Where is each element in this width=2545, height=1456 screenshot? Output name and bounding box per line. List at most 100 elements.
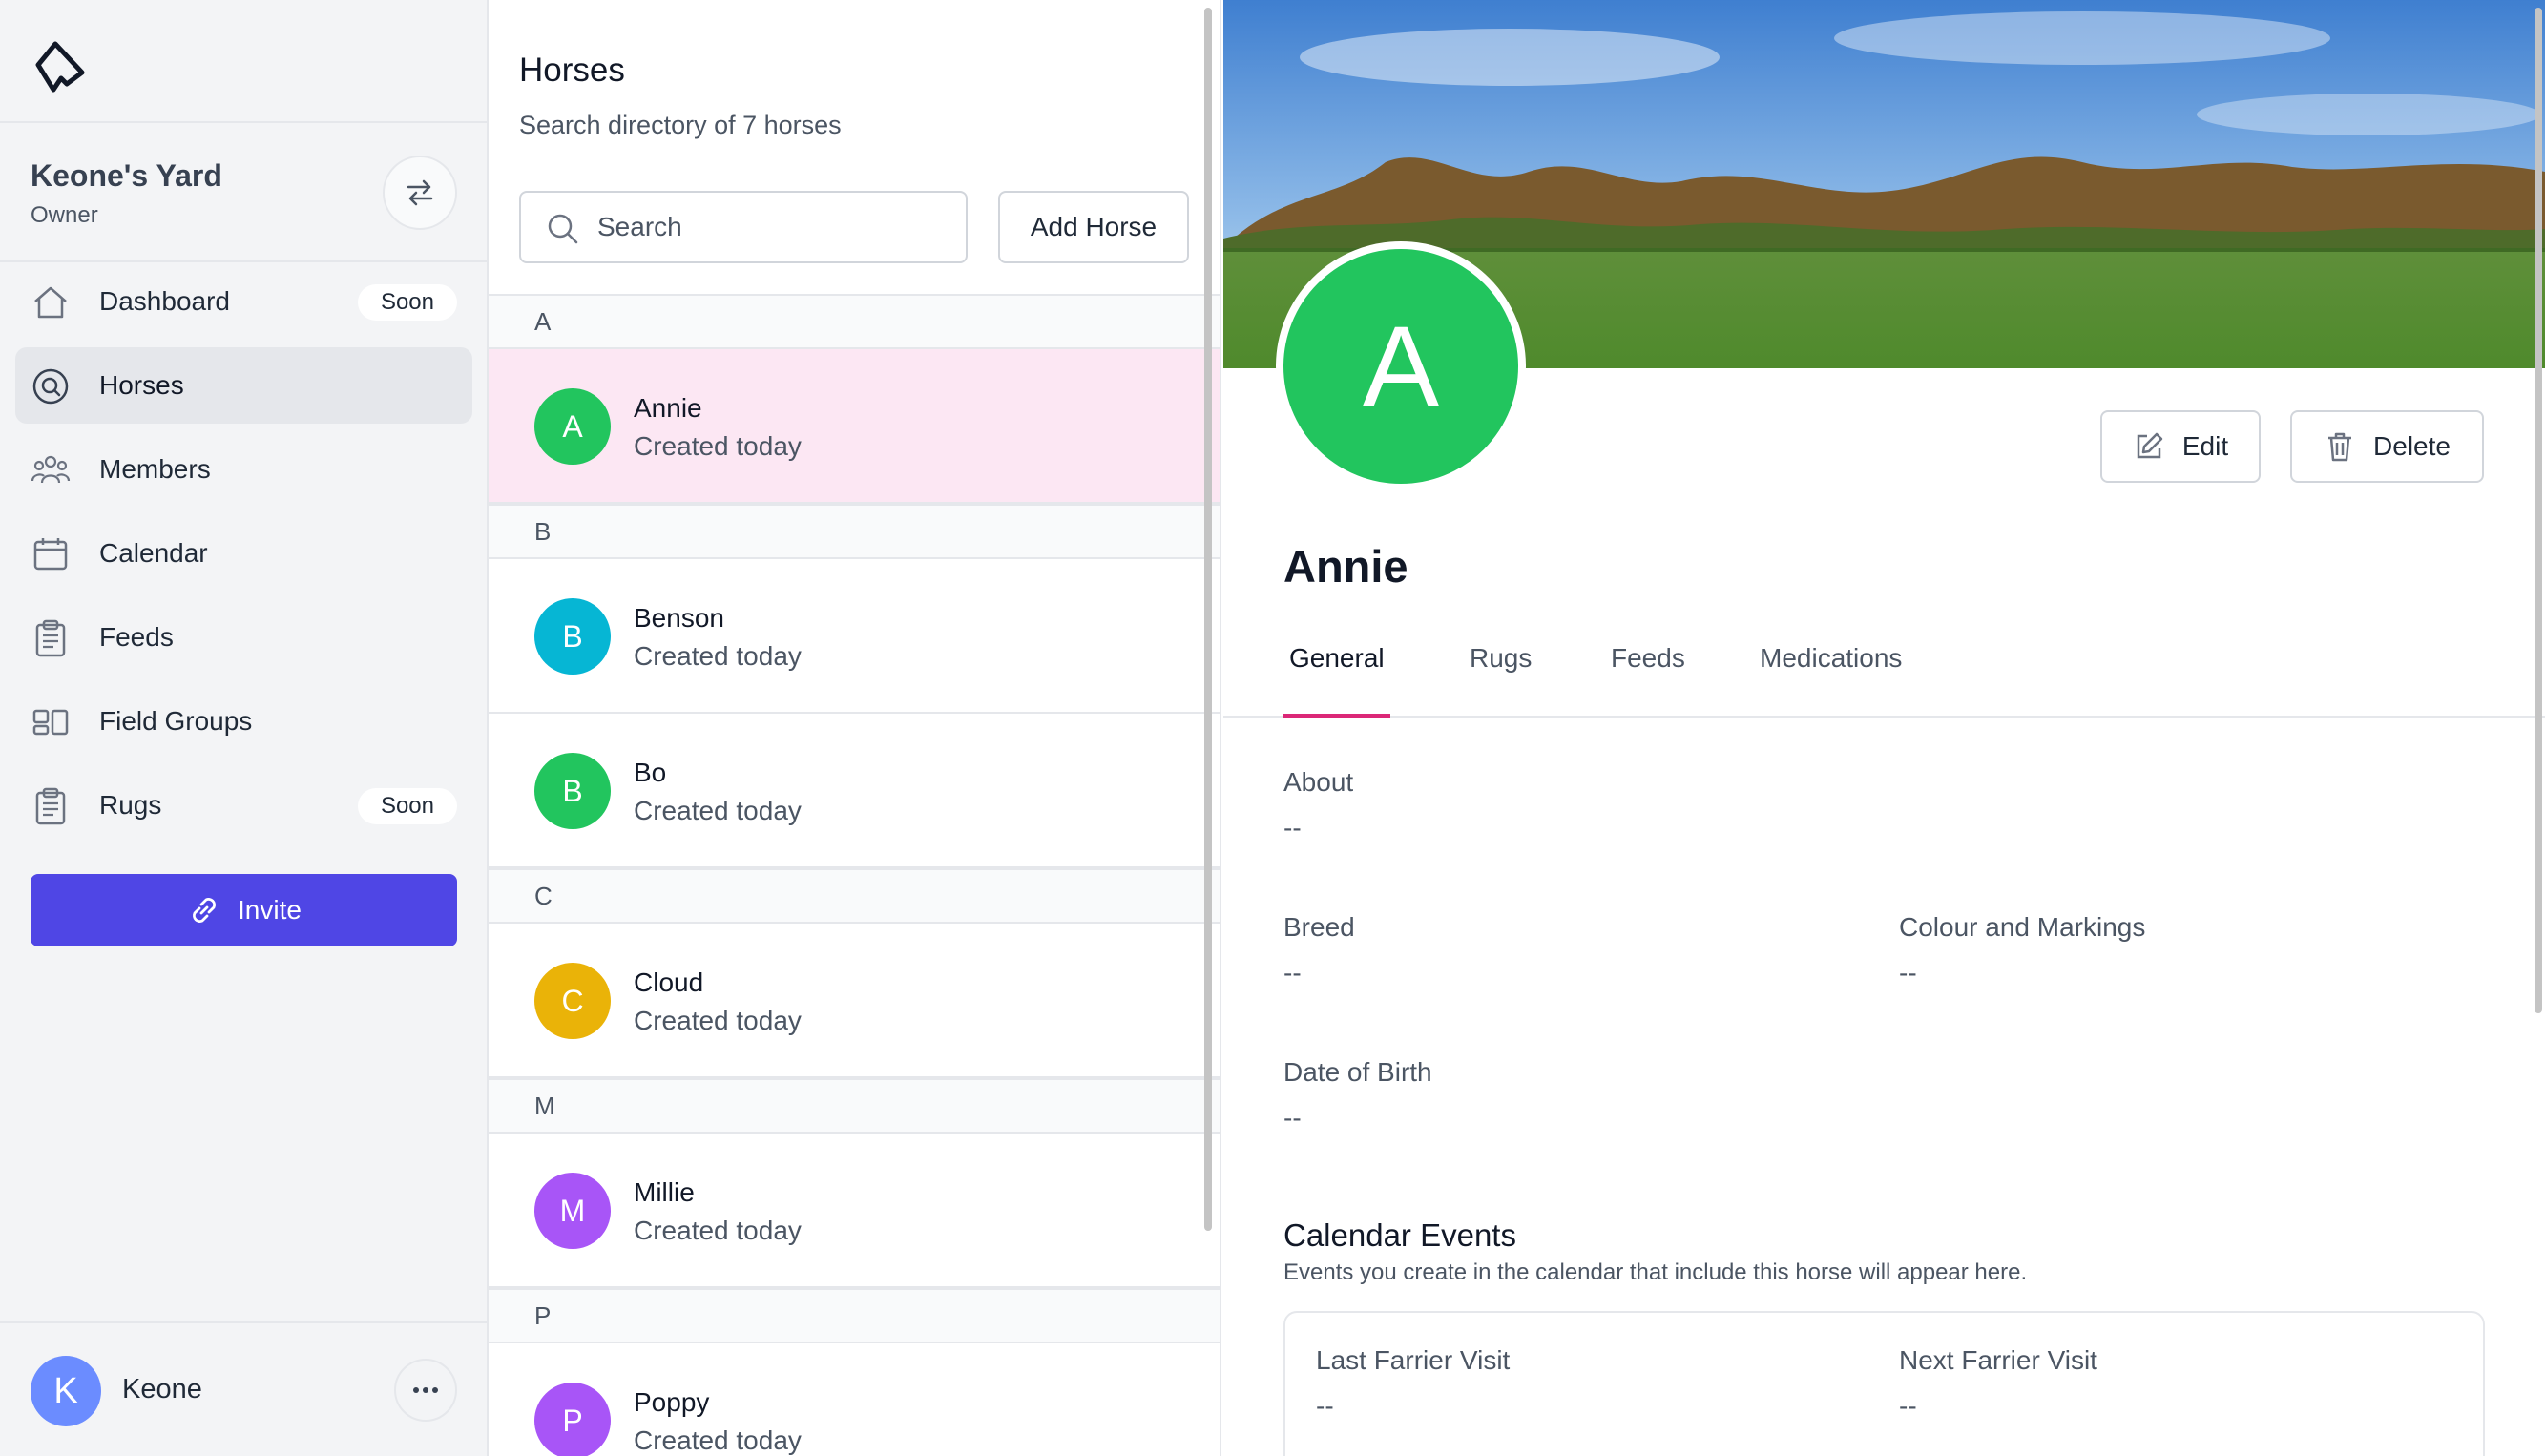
- horse-avatar-large: A: [1276, 241, 1526, 491]
- breed-label: Breed: [1283, 912, 1355, 942]
- horse-name: Annie: [634, 393, 702, 423]
- horse-created: Created today: [634, 1425, 802, 1455]
- list-title: Horses: [519, 52, 625, 89]
- calendar-icon: [33, 538, 68, 571]
- farrier-card: Last Farrier Visit -- Next Farrier Visit…: [1283, 1311, 2485, 1456]
- group-header: B: [489, 504, 1220, 559]
- add-horse-button[interactable]: Add Horse: [998, 191, 1189, 263]
- list-item[interactable]: B Bo Created today: [489, 714, 1220, 868]
- horse-avatar: M: [534, 1173, 611, 1249]
- edit-icon: [2137, 432, 2163, 459]
- horse-created: Created today: [634, 641, 802, 671]
- field-groups-icon: [32, 709, 69, 736]
- switch-arrows-icon: [407, 179, 433, 206]
- last-farrier-label: Last Farrier Visit: [1316, 1345, 1511, 1375]
- home-icon: [34, 286, 67, 319]
- nav-label: Field Groups: [99, 706, 253, 736]
- calendar-events-subtitle: Events you create in the calendar that i…: [1283, 1259, 2028, 1285]
- horse-list-panel: Horses Search directory of 7 horses Add …: [489, 0, 1221, 1456]
- dob-label: Date of Birth: [1283, 1057, 1432, 1087]
- nav-item-calendar[interactable]: Calendar: [15, 515, 472, 592]
- soon-badge: Soon: [357, 788, 457, 824]
- group-header: P: [489, 1288, 1220, 1343]
- horse-logo-icon[interactable]: [29, 36, 92, 99]
- horse-search-icon: [32, 368, 69, 405]
- about-label: About: [1283, 767, 1354, 797]
- horse-name: Millie: [634, 1177, 695, 1207]
- list-subtitle: Search directory of 7 horses: [519, 111, 842, 139]
- tab-rugs[interactable]: Rugs: [1464, 643, 1537, 718]
- nav-label: Calendar: [99, 538, 208, 568]
- horse-list: A A Annie Created today B B Benson Creat…: [489, 294, 1220, 1456]
- horse-name: Poppy: [634, 1387, 710, 1417]
- user-name: Keone: [122, 1374, 202, 1404]
- soon-badge: Soon: [357, 284, 457, 321]
- tab-feeds[interactable]: Feeds: [1605, 643, 1691, 718]
- nav-item-field-groups[interactable]: Field Groups: [15, 683, 472, 759]
- horse-avatar: A: [534, 388, 611, 465]
- detail-scrollbar[interactable]: [2535, 8, 2542, 1013]
- trash-icon: [2328, 432, 2352, 462]
- user-avatar[interactable]: K: [31, 1356, 101, 1426]
- list-item[interactable]: B Benson Created today: [489, 559, 1220, 714]
- horse-avatar: B: [534, 598, 611, 675]
- nav-item-rugs[interactable]: Rugs Soon: [15, 767, 472, 843]
- nav-item-horses[interactable]: Horses: [15, 347, 472, 424]
- switch-yard-button[interactable]: [383, 156, 457, 230]
- horse-title: Annie: [1283, 541, 1408, 592]
- nav-label: Members: [99, 454, 211, 484]
- horse-avatar: C: [534, 963, 611, 1039]
- horse-name: Cloud: [634, 967, 704, 997]
- group-header: A: [489, 294, 1220, 349]
- horse-detail-panel: A Edit Delete Annie General Rugs Feeds M…: [1223, 0, 2545, 1456]
- more-dots-icon: [413, 1387, 438, 1393]
- nav-label: Rugs: [99, 790, 162, 820]
- delete-label: Delete: [2373, 431, 2451, 461]
- edit-label: Edit: [2181, 431, 2229, 461]
- horse-created: Created today: [634, 431, 802, 461]
- tab-medications[interactable]: Medications: [1754, 643, 1908, 718]
- colour-label: Colour and Markings: [1899, 912, 2146, 942]
- calendar-events-title: Calendar Events: [1283, 1217, 1516, 1253]
- edit-button[interactable]: Edit: [2100, 410, 2261, 483]
- next-farrier-label: Next Farrier Visit: [1899, 1345, 2097, 1375]
- horse-created: Created today: [634, 1216, 802, 1245]
- horse-created: Created today: [634, 796, 802, 825]
- list-item[interactable]: P Poppy Created today: [489, 1343, 1220, 1456]
- last-farrier-value: --: [1316, 1391, 1334, 1421]
- horse-avatar: P: [534, 1383, 611, 1456]
- invite-button[interactable]: Invite: [31, 874, 457, 946]
- users-icon: [31, 455, 71, 484]
- nav-label: Horses: [99, 370, 184, 400]
- about-value: --: [1283, 813, 1302, 842]
- user-menu-button[interactable]: [394, 1359, 457, 1422]
- colour-value: --: [1899, 958, 1917, 988]
- nav-item-feeds[interactable]: Feeds: [15, 599, 472, 676]
- dob-value: --: [1283, 1103, 1302, 1133]
- delete-button[interactable]: Delete: [2290, 410, 2484, 483]
- yard-name: Keone's Yard: [31, 158, 222, 193]
- yard-role: Owner: [31, 202, 98, 228]
- list-item[interactable]: C Cloud Created today: [489, 924, 1220, 1078]
- clipboard-icon: [35, 787, 66, 825]
- group-header: C: [489, 868, 1220, 924]
- search-field[interactable]: [519, 191, 968, 263]
- horse-created: Created today: [634, 1006, 802, 1035]
- next-farrier-value: --: [1899, 1391, 1917, 1421]
- nav-item-dashboard[interactable]: Dashboard Soon: [15, 263, 472, 340]
- sidebar: Keone's Yard Owner Dashboard Soon Horses…: [0, 0, 489, 1456]
- tab-general[interactable]: General: [1283, 643, 1390, 718]
- nav-item-members[interactable]: Members: [15, 431, 472, 508]
- list-item[interactable]: A Annie Created today: [489, 349, 1220, 504]
- horse-name: Benson: [634, 603, 724, 633]
- detail-tabs: General Rugs Feeds Medications: [1223, 630, 2545, 718]
- list-item[interactable]: M Millie Created today: [489, 1134, 1220, 1288]
- logo-area: [0, 0, 487, 123]
- link-icon: [193, 898, 216, 923]
- search-input[interactable]: [597, 208, 941, 246]
- invite-label: Invite: [238, 895, 302, 925]
- search-icon: [548, 214, 578, 244]
- list-scrollbar[interactable]: [1204, 8, 1212, 1231]
- nav-label: Feeds: [99, 622, 174, 652]
- nav-label: Dashboard: [99, 286, 230, 316]
